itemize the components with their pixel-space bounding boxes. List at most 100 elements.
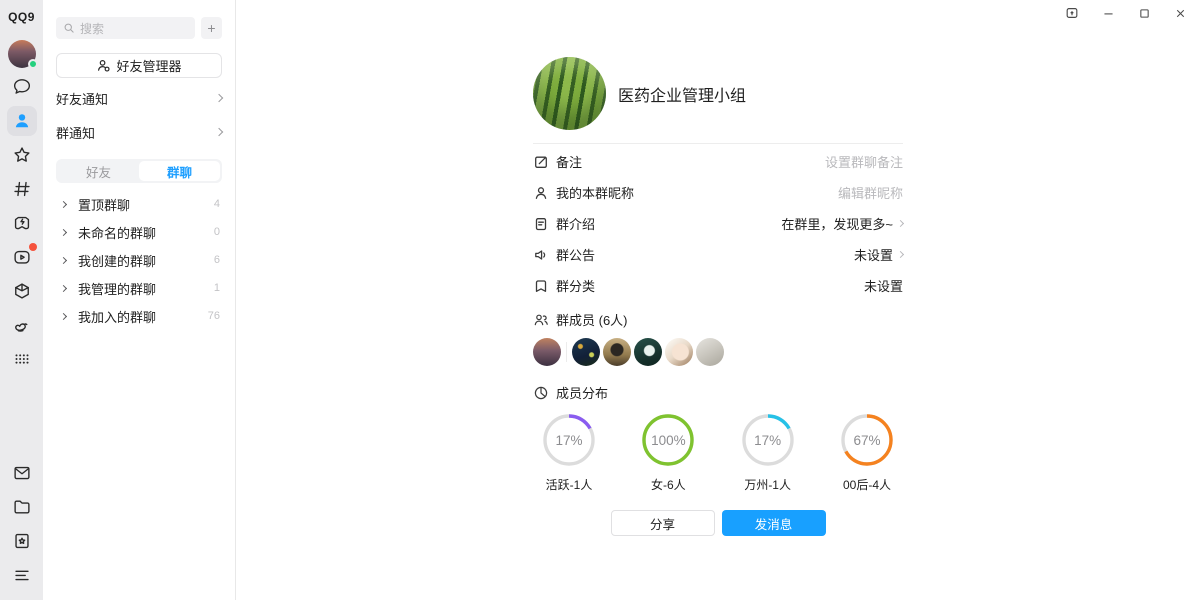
maximize-button[interactable] bbox=[1136, 5, 1152, 21]
donut-label: 女-6人 bbox=[651, 476, 686, 493]
send-message-button[interactable]: 发消息 bbox=[722, 510, 826, 536]
hash-icon bbox=[11, 178, 33, 200]
friend-notice-row[interactable]: 好友通知 bbox=[56, 84, 222, 112]
main-menu-button[interactable] bbox=[7, 560, 37, 590]
search-placeholder: 搜索 bbox=[80, 20, 104, 37]
tab-friends[interactable]: 好友 bbox=[58, 161, 139, 181]
game-center-tab[interactable] bbox=[7, 208, 37, 238]
category-label: 置顶群聊 bbox=[78, 195, 130, 214]
self-avatar[interactable] bbox=[8, 40, 36, 68]
group-category-row[interactable]: 群分类 未设置 bbox=[533, 270, 903, 301]
search-icon bbox=[63, 22, 75, 34]
nickname-label: 我的本群昵称 bbox=[556, 183, 634, 202]
category-label: 我加入的群聊 bbox=[78, 307, 156, 326]
divider bbox=[533, 143, 903, 144]
tag-icon bbox=[533, 278, 549, 294]
member-avatar-list bbox=[533, 338, 903, 366]
remark-label: 备注 bbox=[556, 152, 582, 171]
mail-button[interactable] bbox=[7, 458, 37, 488]
member-avatar[interactable] bbox=[634, 338, 662, 366]
speaker-icon bbox=[533, 247, 549, 263]
chevron-right-icon bbox=[215, 128, 223, 136]
goose-icon bbox=[11, 314, 33, 336]
members-icon bbox=[533, 312, 549, 328]
mail-icon bbox=[11, 462, 33, 484]
star-icon bbox=[11, 144, 33, 166]
search-input[interactable]: 搜索 bbox=[56, 17, 195, 39]
member-avatar[interactable] bbox=[603, 338, 631, 366]
contacts-tab[interactable] bbox=[7, 106, 37, 136]
online-status-dot bbox=[28, 59, 38, 69]
category-joined-groups[interactable]: 我加入的群聊 76 bbox=[56, 302, 222, 330]
group-announcement-row[interactable]: 群公告 未设置 bbox=[533, 239, 903, 270]
group-category-label: 群分类 bbox=[556, 276, 595, 295]
donut-label: 00后-4人 bbox=[843, 476, 891, 493]
distribution-label: 成员分布 bbox=[556, 383, 608, 402]
group-profile-card: 医药企业管理小组 备注 设置群聊备注 我的本群昵称 编辑群昵称 bbox=[533, 57, 903, 536]
nickname-value: 编辑群昵称 bbox=[838, 183, 903, 202]
member-avatar[interactable] bbox=[572, 338, 600, 366]
group-name: 医药企业管理小组 bbox=[618, 82, 746, 106]
favorites-star-tab[interactable] bbox=[7, 140, 37, 170]
friend-notice-label: 好友通知 bbox=[56, 89, 108, 108]
category-created-groups[interactable]: 我创建的群聊 6 bbox=[56, 246, 222, 274]
category-label: 我管理的群聊 bbox=[78, 279, 156, 298]
friend-manager-icon bbox=[96, 58, 111, 73]
share-button[interactable]: 分享 bbox=[611, 510, 715, 536]
chevron-right-icon bbox=[897, 220, 904, 227]
goose-space-tab[interactable] bbox=[7, 310, 37, 340]
donut-chart-age: 67% 00后-4人 bbox=[831, 413, 903, 493]
friend-manager-label: 好友管理器 bbox=[116, 56, 181, 75]
category-managed-groups[interactable]: 我管理的群聊 1 bbox=[56, 274, 222, 302]
donut-percent: 17% bbox=[741, 413, 795, 467]
friend-manager-button[interactable]: 好友管理器 bbox=[56, 53, 222, 78]
donut-percent: 67% bbox=[840, 413, 894, 467]
group-notice-row[interactable]: 群通知 bbox=[56, 118, 222, 146]
group-announcement-value: 未设置 bbox=[854, 245, 903, 264]
member-avatar[interactable] bbox=[696, 338, 724, 366]
category-count: 4 bbox=[214, 198, 220, 210]
folder-icon bbox=[11, 496, 33, 518]
donut-percent: 100% bbox=[641, 413, 695, 467]
tab-groups[interactable]: 群聊 bbox=[139, 161, 220, 181]
remark-row[interactable]: 备注 设置群聊备注 bbox=[533, 146, 903, 177]
close-button[interactable] bbox=[1172, 5, 1188, 21]
group-avatar[interactable] bbox=[533, 57, 606, 130]
category-count: 6 bbox=[214, 254, 220, 266]
channels-tab[interactable] bbox=[7, 174, 37, 204]
popout-panel-button[interactable] bbox=[1064, 5, 1080, 21]
chevron-right-icon bbox=[897, 251, 904, 258]
group-category-value: 未设置 bbox=[864, 276, 903, 295]
window-controls bbox=[1064, 5, 1188, 21]
group-intro-text: 在群里，发现更多~ bbox=[781, 214, 893, 233]
add-button[interactable]: + bbox=[201, 17, 222, 39]
nickname-row[interactable]: 我的本群昵称 编辑群昵称 bbox=[533, 177, 903, 208]
collections-button[interactable] bbox=[7, 526, 37, 556]
distribution-section: 成员分布 17% 活跃-1人 bbox=[533, 383, 903, 493]
contacts-person-icon bbox=[11, 110, 33, 132]
category-pinned-groups[interactable]: 置顶群聊 4 bbox=[56, 190, 222, 218]
mini-video-tab[interactable] bbox=[7, 242, 37, 272]
group-intro-row[interactable]: 群介绍 在群里，发现更多~ bbox=[533, 208, 903, 239]
hamburger-menu-icon bbox=[11, 564, 33, 586]
donut-label: 万州-1人 bbox=[744, 476, 791, 493]
donut-chart-region: 17% 万州-1人 bbox=[732, 413, 804, 493]
more-apps-tab[interactable] bbox=[7, 344, 37, 374]
member-avatar[interactable] bbox=[533, 338, 561, 366]
minimize-button[interactable] bbox=[1100, 5, 1116, 21]
chat-bubble-icon bbox=[11, 76, 33, 98]
donut-percent: 17% bbox=[542, 413, 596, 467]
donut-label: 活跃-1人 bbox=[546, 476, 593, 493]
miniapps-tab[interactable] bbox=[7, 276, 37, 306]
qq-logo: QQ9 bbox=[8, 10, 35, 24]
category-unnamed-groups[interactable]: 未命名的群聊 0 bbox=[56, 218, 222, 246]
member-avatar[interactable] bbox=[665, 338, 693, 366]
game-icon bbox=[11, 212, 33, 234]
edit-icon bbox=[533, 154, 549, 170]
distribution-charts: 17% 活跃-1人 100% 女-6人 bbox=[533, 413, 903, 493]
document-icon bbox=[533, 216, 549, 232]
files-button[interactable] bbox=[7, 492, 37, 522]
messages-tab[interactable] bbox=[7, 72, 37, 102]
group-profile-panel: 医药企业管理小组 备注 设置群聊备注 我的本群昵称 编辑群昵称 bbox=[236, 0, 1200, 600]
chevron-right-icon bbox=[215, 94, 223, 102]
